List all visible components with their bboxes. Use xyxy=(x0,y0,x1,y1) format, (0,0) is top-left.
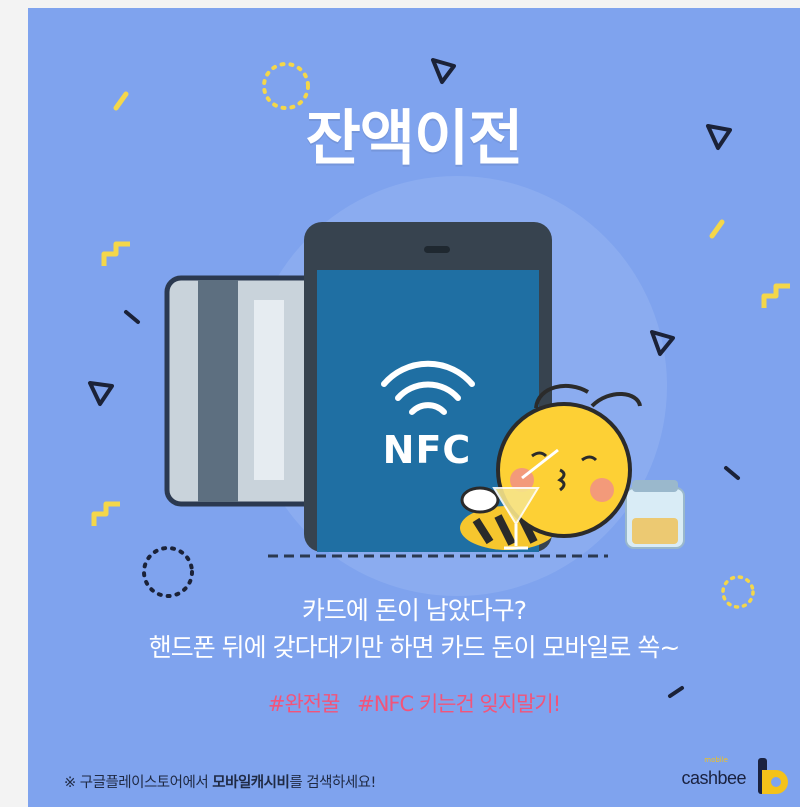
footer-note: ※ 구글플레이스토어에서 모바일캐시비를 검색하세요! xyxy=(64,771,376,792)
triangle-confetti xyxy=(88,381,114,406)
dash-confetti xyxy=(724,466,740,480)
dash-confetti xyxy=(709,219,725,239)
message-line-2: 핸드폰 뒤에 갖다대기만 하면 카드 돈이 모바일로 쏙~ xyxy=(148,633,681,662)
dotted-circle-confetti xyxy=(142,546,194,598)
message-line-1: 카드에 돈이 남았다구? xyxy=(301,596,527,625)
brand-logo: mobile cashbee xyxy=(650,756,790,796)
promo-card: 잔액이전 NFC 카드에 돈이 남았다구? 핸드폰 뒤에 갖다대기만 하면 카드… xyxy=(28,8,800,807)
zigzag-confetti xyxy=(91,501,120,526)
app-name: 모바일캐시비 xyxy=(212,775,290,791)
hashtag: #NFC 키는건 잊지말기! xyxy=(357,692,561,716)
footer-prefix: ※ 구글플레이스토어에서 xyxy=(64,775,213,791)
hashtag-row: #완전꿀 #NFC 키는건 잊지말기! xyxy=(28,688,800,718)
nfc-label: NFC xyxy=(382,428,472,472)
brand-tag: mobile xyxy=(704,756,728,764)
triangle-confetti xyxy=(650,330,675,356)
triangle-confetti xyxy=(431,58,456,84)
footer-suffix: 를 검색하세요! xyxy=(289,775,376,791)
page-title: 잔액이전 xyxy=(305,104,524,174)
dash-confetti xyxy=(124,310,140,324)
cashbee-logo-icon xyxy=(758,758,788,794)
zigzag-confetti xyxy=(761,283,790,308)
hashtag: #완전꿀 xyxy=(267,692,341,716)
brand-name: cashbee xyxy=(681,768,746,788)
zigzag-confetti xyxy=(101,241,130,266)
